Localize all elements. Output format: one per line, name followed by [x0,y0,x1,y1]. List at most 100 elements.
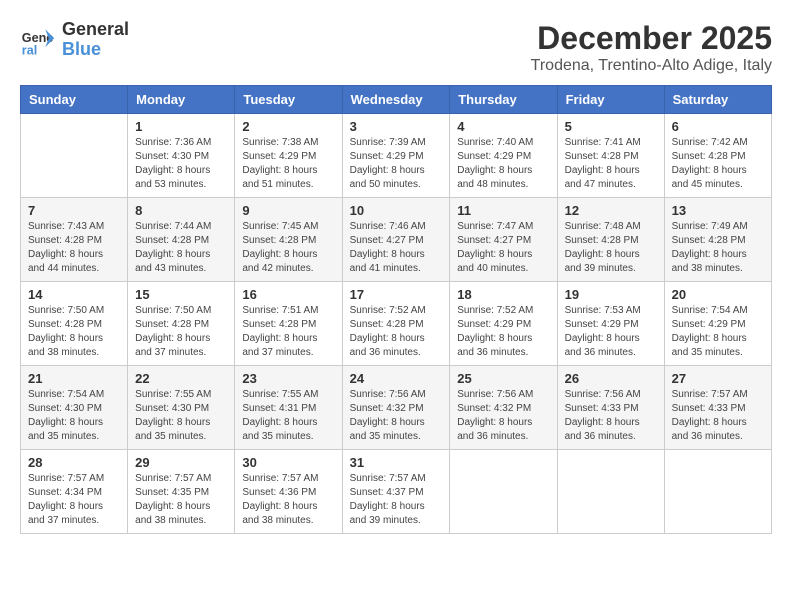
page-header: Gene ral General Blue December 2025 Trod… [20,20,772,75]
calendar-cell: 31 Sunrise: 7:57 AM Sunset: 4:37 PM Dayli… [342,450,450,534]
day-number: 5 [565,119,657,134]
day-info: Sunrise: 7:52 AM Sunset: 4:28 PM Dayligh… [350,304,443,360]
day-info: Sunrise: 7:48 AM Sunset: 4:28 PM Dayligh… [565,220,657,276]
day-info: Sunrise: 7:47 AM Sunset: 4:27 PM Dayligh… [457,220,549,276]
day-info: Sunrise: 7:57 AM Sunset: 4:35 PM Dayligh… [135,472,227,528]
calendar-cell: 28 Sunrise: 7:57 AM Sunset: 4:34 PM Dayli… [21,450,128,534]
calendar-cell: 6Sunrise: 7:42 AM Sunset: 4:28 PM Daylig… [664,114,771,198]
calendar-cell [557,450,664,534]
calendar-cell: 7 Sunrise: 7:43 AM Sunset: 4:28 PM Daylig… [21,198,128,282]
day-number: 8 [135,203,227,218]
day-info: Sunrise: 7:57 AM Sunset: 4:34 PM Dayligh… [28,472,120,528]
calendar-cell: 1 Sunrise: 7:36 AM Sunset: 4:30 PM Daylig… [128,114,235,198]
title-area: December 2025 Trodena, Trentino-Alto Adi… [531,20,772,75]
day-number: 28 [28,455,120,470]
day-info: Sunrise: 7:40 AM Sunset: 4:29 PM Dayligh… [457,136,549,192]
weekday-header: Monday [128,86,235,114]
day-number: 17 [350,287,443,302]
calendar-cell [664,450,771,534]
logo-icon: Gene ral [20,22,56,58]
day-info: Sunrise: 7:56 AM Sunset: 4:33 PM Dayligh… [565,388,657,444]
calendar-cell: 15Sunrise: 7:50 AM Sunset: 4:28 PM Dayli… [128,282,235,366]
day-info: Sunrise: 7:43 AM Sunset: 4:28 PM Dayligh… [28,220,120,276]
day-number: 16 [242,287,334,302]
calendar-cell [450,450,557,534]
day-info: Sunrise: 7:57 AM Sunset: 4:37 PM Dayligh… [350,472,443,528]
calendar-cell: 27 Sunrise: 7:57 AM Sunset: 4:33 PM Dayli… [664,366,771,450]
day-info: Sunrise: 7:39 AM Sunset: 4:29 PM Dayligh… [350,136,443,192]
day-info: Sunrise: 7:44 AM Sunset: 4:28 PM Dayligh… [135,220,227,276]
calendar-cell: 9 Sunrise: 7:45 AM Sunset: 4:28 PM Daylig… [235,198,342,282]
day-number: 11 [457,203,549,218]
day-number: 20 [672,287,764,302]
day-number: 2 [242,119,334,134]
day-number: 26 [565,371,657,386]
day-number: 25 [457,371,549,386]
day-number: 3 [350,119,443,134]
day-info: Sunrise: 7:55 AM Sunset: 4:31 PM Dayligh… [242,388,334,444]
day-info: Sunrise: 7:53 AM Sunset: 4:29 PM Dayligh… [565,304,657,360]
day-number: 31 [350,455,443,470]
calendar-cell: 14 Sunrise: 7:50 AM Sunset: 4:28 PM Dayli… [21,282,128,366]
day-info: Sunrise: 7:57 AM Sunset: 4:36 PM Dayligh… [242,472,334,528]
calendar-header-row: SundayMondayTuesdayWednesdayThursdayFrid… [21,86,772,114]
calendar-cell: 18 Sunrise: 7:52 AM Sunset: 4:29 PM Dayli… [450,282,557,366]
day-number: 6 [672,119,764,134]
calendar-cell: 30 Sunrise: 7:57 AM Sunset: 4:36 PM Dayli… [235,450,342,534]
day-number: 15 [135,287,227,302]
calendar-cell: 25 Sunrise: 7:56 AM Sunset: 4:32 PM Dayli… [450,366,557,450]
day-number: 18 [457,287,549,302]
day-number: 1 [135,119,227,134]
day-number: 30 [242,455,334,470]
day-info: Sunrise: 7:50 AM Sunset: 4:28 PM Dayligh… [28,304,120,360]
calendar-cell: 21 Sunrise: 7:54 AM Sunset: 4:30 PM Dayli… [21,366,128,450]
day-info: Sunrise: 7:38 AM Sunset: 4:29 PM Dayligh… [242,136,334,192]
day-number: 10 [350,203,443,218]
calendar-cell: 12 Sunrise: 7:48 AM Sunset: 4:28 PM Dayli… [557,198,664,282]
day-number: 29 [135,455,227,470]
day-number: 27 [672,371,764,386]
calendar-week-row: 1 Sunrise: 7:36 AM Sunset: 4:30 PM Daylig… [21,114,772,198]
weekday-header: Sunday [21,86,128,114]
day-number: 7 [28,203,120,218]
calendar-week-row: 28 Sunrise: 7:57 AM Sunset: 4:34 PM Dayli… [21,450,772,534]
logo: Gene ral General Blue [20,20,129,60]
day-info: Sunrise: 7:45 AM Sunset: 4:28 PM Dayligh… [242,220,334,276]
day-number: 22 [135,371,227,386]
day-number: 21 [28,371,120,386]
day-info: Sunrise: 7:54 AM Sunset: 4:29 PM Dayligh… [672,304,764,360]
day-number: 19 [565,287,657,302]
calendar-week-row: 14 Sunrise: 7:50 AM Sunset: 4:28 PM Dayli… [21,282,772,366]
calendar-cell: 19 Sunrise: 7:53 AM Sunset: 4:29 PM Dayli… [557,282,664,366]
day-info: Sunrise: 7:46 AM Sunset: 4:27 PM Dayligh… [350,220,443,276]
calendar-cell: 22 Sunrise: 7:55 AM Sunset: 4:30 PM Dayli… [128,366,235,450]
day-info: Sunrise: 7:56 AM Sunset: 4:32 PM Dayligh… [457,388,549,444]
weekday-header: Tuesday [235,86,342,114]
day-info: Sunrise: 7:54 AM Sunset: 4:30 PM Dayligh… [28,388,120,444]
day-info: Sunrise: 7:36 AM Sunset: 4:30 PM Dayligh… [135,136,227,192]
weekday-header: Thursday [450,86,557,114]
day-info: Sunrise: 7:52 AM Sunset: 4:29 PM Dayligh… [457,304,549,360]
weekday-header: Saturday [664,86,771,114]
day-number: 12 [565,203,657,218]
calendar-cell: 10 Sunrise: 7:46 AM Sunset: 4:27 PM Dayli… [342,198,450,282]
calendar-cell: 26 Sunrise: 7:56 AM Sunset: 4:33 PM Dayli… [557,366,664,450]
day-number: 14 [28,287,120,302]
calendar-week-row: 7 Sunrise: 7:43 AM Sunset: 4:28 PM Daylig… [21,198,772,282]
calendar-cell: 20 Sunrise: 7:54 AM Sunset: 4:29 PM Dayli… [664,282,771,366]
calendar-cell: 13Sunrise: 7:49 AM Sunset: 4:28 PM Dayli… [664,198,771,282]
day-info: Sunrise: 7:51 AM Sunset: 4:28 PM Dayligh… [242,304,334,360]
calendar-week-row: 21 Sunrise: 7:54 AM Sunset: 4:30 PM Dayli… [21,366,772,450]
day-number: 4 [457,119,549,134]
day-number: 13 [672,203,764,218]
calendar-cell: 11 Sunrise: 7:47 AM Sunset: 4:27 PM Dayli… [450,198,557,282]
day-info: Sunrise: 7:57 AM Sunset: 4:33 PM Dayligh… [672,388,764,444]
day-number: 23 [242,371,334,386]
calendar-cell: 4 Sunrise: 7:40 AM Sunset: 4:29 PM Daylig… [450,114,557,198]
calendar-cell: 2 Sunrise: 7:38 AM Sunset: 4:29 PM Daylig… [235,114,342,198]
day-number: 9 [242,203,334,218]
day-info: Sunrise: 7:55 AM Sunset: 4:30 PM Dayligh… [135,388,227,444]
calendar-table: SundayMondayTuesdayWednesdayThursdayFrid… [20,85,772,534]
calendar-cell: 23 Sunrise: 7:55 AM Sunset: 4:31 PM Dayli… [235,366,342,450]
month-year-title: December 2025 [531,20,772,57]
